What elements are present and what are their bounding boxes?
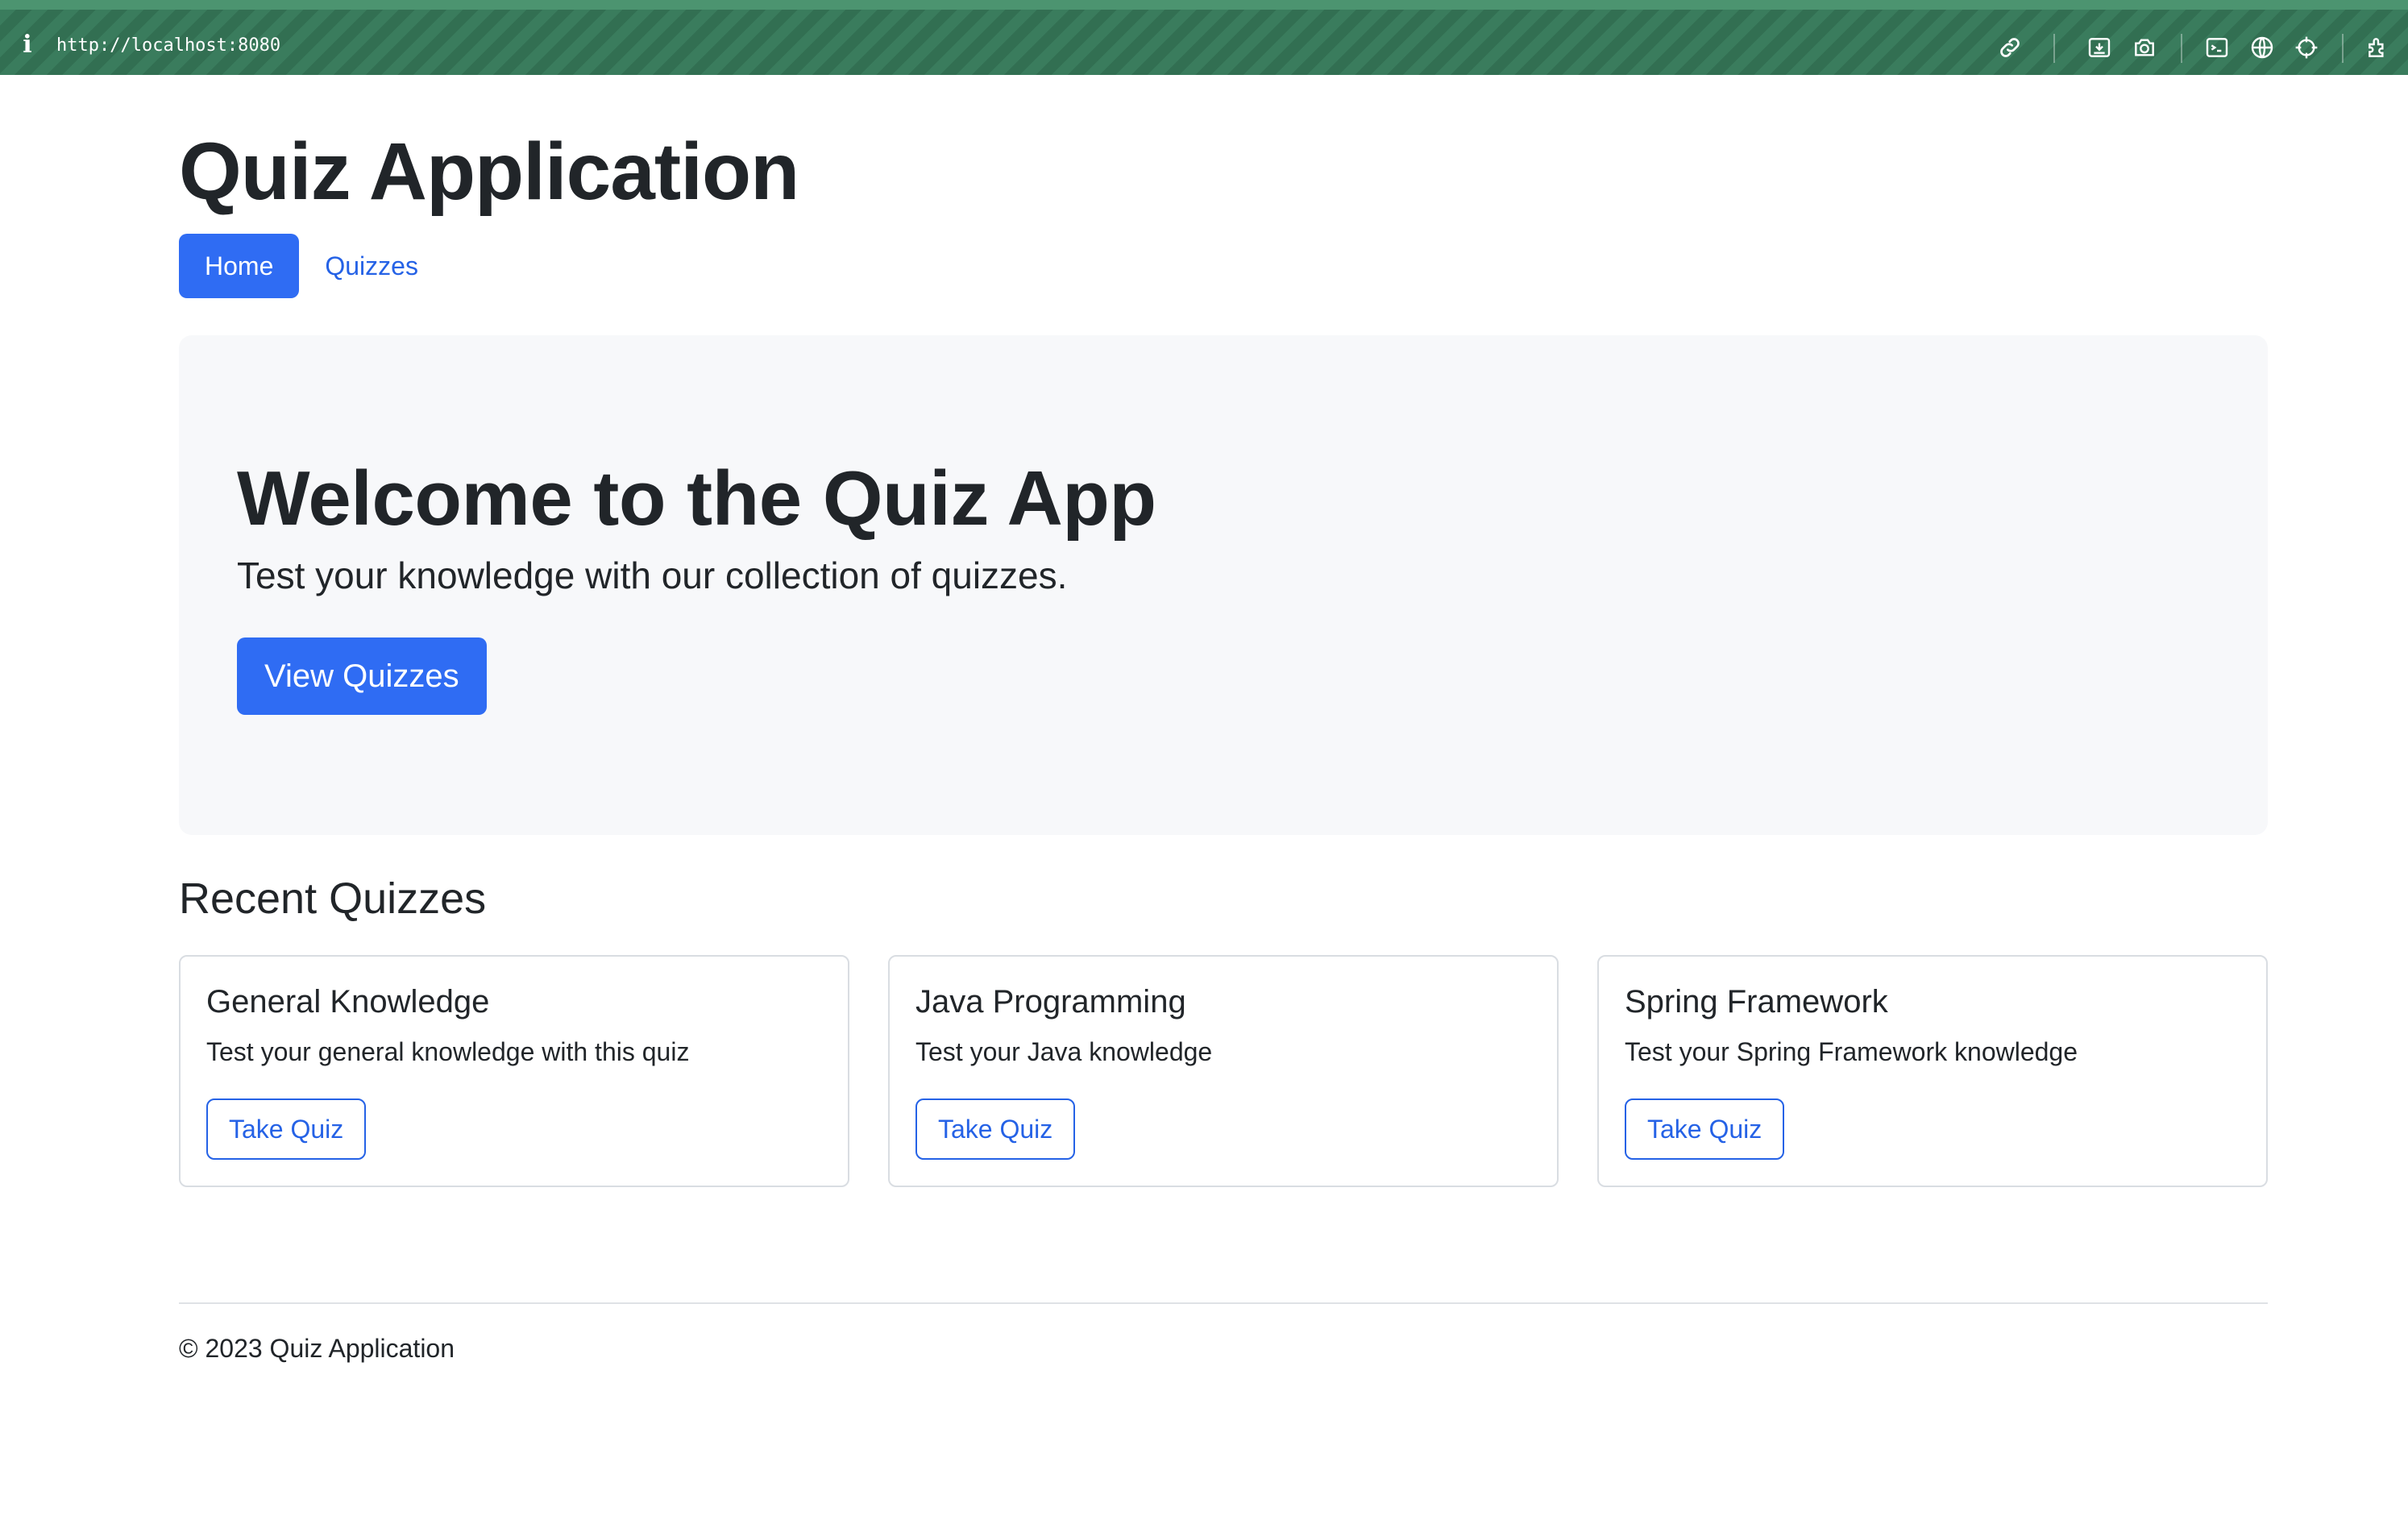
hero-banner: Welcome to the Quiz App Test your knowle… [179, 335, 2268, 835]
terminal-icon[interactable] [2203, 34, 2231, 61]
footer-copyright: © 2023 Quiz Application [179, 1334, 455, 1363]
quiz-card-title: Java Programming [915, 984, 1186, 1020]
quiz-card-title: General Knowledge [206, 984, 490, 1020]
nav-home[interactable]: Home [179, 234, 300, 298]
view-quizzes-button[interactable]: View Quizzes [237, 637, 487, 715]
take-quiz-button[interactable]: Take Quiz [206, 1098, 367, 1160]
quiz-card-spring-framework: Spring Framework Test your Spring Framew… [1597, 955, 2268, 1187]
nav-quizzes[interactable]: Quizzes [299, 234, 444, 298]
quiz-card-description: Test your Spring Framework knowledge [1625, 1037, 2078, 1066]
take-quiz-button[interactable]: Take Quiz [915, 1098, 1076, 1160]
camera-icon[interactable] [2131, 34, 2158, 61]
save-screenshot-icon[interactable] [2086, 34, 2113, 61]
app-title: Quiz Application [179, 127, 799, 217]
quiz-card-general-knowledge: General Knowledge Test your general know… [179, 955, 849, 1187]
toolbar-divider [2053, 34, 2055, 63]
browser-toolbar: i http://localhost:8080 [0, 0, 2408, 75]
hero-lead: Test your knowledge with our collection … [237, 554, 1068, 596]
crosshair-icon[interactable] [2293, 34, 2320, 61]
extensions-icon[interactable] [2364, 34, 2392, 61]
toolbar-divider [2342, 34, 2344, 63]
recent-quizzes-heading: Recent Quizzes [179, 874, 487, 923]
quiz-card-java-programming: Java Programming Test your Java knowledg… [888, 955, 1559, 1187]
globe-icon[interactable] [2248, 34, 2276, 61]
link-icon[interactable] [1996, 34, 2024, 61]
hero-title: Welcome to the Quiz App [237, 455, 1156, 542]
info-icon[interactable]: i [18, 31, 37, 60]
main-nav: Home Quizzes [179, 234, 444, 298]
url-text[interactable]: http://localhost:8080 [56, 34, 280, 58]
footer-divider [179, 1302, 2268, 1304]
quiz-card-description: Test your general knowledge with this qu… [206, 1037, 690, 1066]
toolbar-divider [2181, 34, 2182, 63]
take-quiz-button[interactable]: Take Quiz [1625, 1098, 1785, 1160]
quiz-card-list: General Knowledge Test your general know… [179, 955, 2268, 1187]
quiz-card-description: Test your Java knowledge [915, 1037, 1213, 1066]
quiz-card-title: Spring Framework [1625, 984, 1888, 1020]
